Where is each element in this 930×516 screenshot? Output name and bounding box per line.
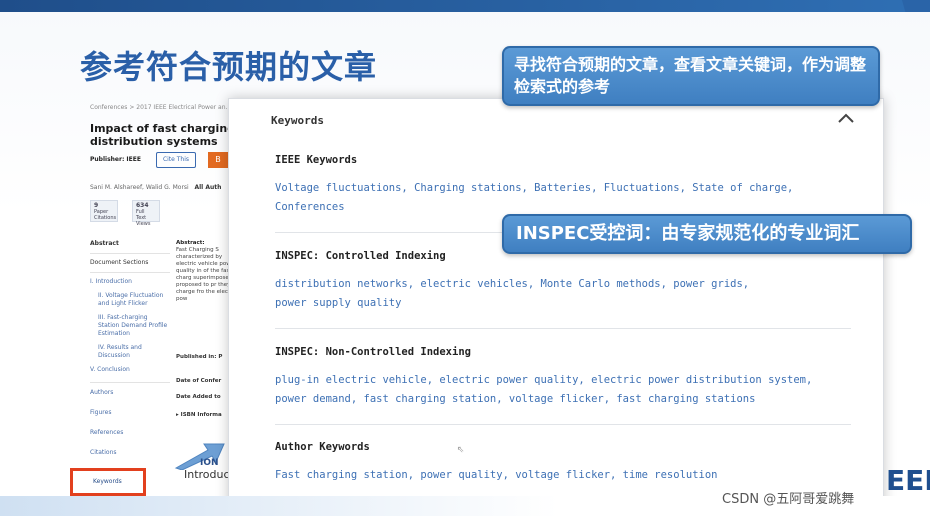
nav-section-4[interactable]: IV. Results and Discussion — [90, 344, 170, 360]
paper-title-line-1: Impact of fast charging st — [90, 122, 240, 135]
keywords-panel-title: Keywords — [271, 114, 324, 127]
keyword-terms[interactable]: plug-in electric vehicle, electric power… — [275, 371, 855, 409]
nav-citations[interactable]: Citations — [90, 449, 170, 457]
nav-divider — [90, 272, 170, 273]
cite-this-button[interactable]: Cite This — [156, 152, 196, 168]
ieee-keywords-section: IEEE Keywords Voltage fluctuations, Char… — [275, 154, 855, 217]
csdn-watermark: CSDN @五阿哥爱跳舞 — [722, 492, 855, 507]
nav-section-5[interactable]: V. Conclusion — [90, 366, 170, 374]
keyword-terms[interactable]: Voltage fluctuations, Charging stations,… — [275, 179, 855, 217]
isbn-toggle[interactable]: ▸ ISBN Informa — [176, 412, 222, 418]
author-keywords-section: Author Keywords Fast charging station, p… — [275, 441, 855, 485]
nav-section-2[interactable]: II. Voltage Fluctuation and Light Flicke… — [90, 292, 170, 308]
nav-keywords[interactable]: Keywords — [93, 478, 122, 485]
nav-divider — [90, 253, 170, 254]
chevron-up-icon[interactable] — [837, 111, 855, 125]
breadcrumb[interactable]: Conferences > 2017 IEEE Electrical Power… — [90, 104, 231, 111]
nav-section-3[interactable]: III. Fast-charging Station Demand Profil… — [90, 314, 170, 338]
nav-references[interactable]: References — [90, 429, 170, 437]
nav-document-sections: Document Sections — [90, 259, 149, 266]
date-added: Date Added to — [176, 394, 221, 400]
section-divider — [275, 424, 851, 425]
page-title: 参考符合预期的文章 — [80, 48, 378, 86]
keyword-terms[interactable]: Fast charging station, power quality, vo… — [275, 466, 855, 485]
publisher-label: Publisher: IEEE — [90, 156, 141, 163]
section-title: Author Keywords — [275, 441, 370, 453]
keyword-line[interactable]: power demand, fast charging station, vol… — [275, 390, 855, 409]
callout-inspec: INSPEC受控词：由专家规范化的专业词汇 — [502, 214, 912, 254]
paper-citations-metric[interactable]: 9 Paper Citations — [90, 200, 118, 222]
nav-authors[interactable]: Authors — [90, 389, 170, 397]
section-divider — [275, 328, 851, 329]
paper-title: Impact of fast charging st distribution … — [90, 122, 240, 148]
section-title: INSPEC: Non-Controlled Indexing — [275, 346, 471, 358]
keywords-panel: Keywords IEEE Keywords Voltage fluctuati… — [228, 98, 884, 510]
metric-label: Paper Citations — [94, 209, 117, 221]
ieee-logo-fragment: EEE — [886, 464, 930, 497]
author-names[interactable]: Sani M. Alshareef, Walid G. Morsi — [90, 184, 189, 191]
download-button[interactable]: B — [208, 152, 228, 168]
intro-text-fragment: Introduc — [184, 468, 230, 481]
keyword-line[interactable]: power supply quality — [275, 294, 855, 313]
authors-line: Sani M. Alshareef, Walid G. Morsi All Au… — [90, 184, 221, 191]
keyword-line[interactable]: Voltage fluctuations, Charging stations,… — [275, 179, 855, 198]
full-text-views-metric[interactable]: 634 Full Text Views — [132, 200, 160, 227]
mouse-cursor-icon: ⇖ — [457, 441, 465, 455]
metric-label: Full Text Views — [136, 209, 151, 227]
inspec-controlled-section: INSPEC: Controlled Indexing distribution… — [275, 250, 855, 313]
nav-section-1[interactable]: I. Introduction — [90, 278, 170, 286]
nav-figures[interactable]: Figures — [90, 409, 170, 417]
paper-title-line-2: distribution systems — [90, 135, 218, 148]
all-authors-link[interactable]: All Auth — [194, 184, 221, 191]
keyword-terms[interactable]: distribution networks, electric vehicles… — [275, 275, 855, 313]
callout-find-articles: 寻找符合预期的文章，查看文章关键词，作为调整检索式的参考 — [502, 46, 880, 106]
intro-heading-fragment: ION — [200, 458, 219, 468]
slide-top-bar — [0, 0, 930, 12]
date-of-conference: Date of Confer — [176, 378, 222, 384]
inspec-non-controlled-section: INSPEC: Non-Controlled Indexing plug-in … — [275, 346, 855, 409]
keywords-nav-highlight[interactable]: Keywords — [70, 468, 146, 496]
keyword-line[interactable]: distribution networks, electric vehicles… — [275, 275, 855, 294]
published-in: Published in: P — [176, 354, 223, 360]
keyword-line[interactable]: plug-in electric vehicle, electric power… — [275, 371, 855, 390]
nav-divider — [90, 382, 170, 383]
nav-abstract[interactable]: Abstract — [90, 240, 170, 247]
section-title: IEEE Keywords — [275, 154, 358, 166]
document-nav: Abstract Document Sections I. Introducti… — [90, 240, 170, 457]
keyword-line[interactable]: Fast charging station, power quality, vo… — [275, 466, 855, 485]
